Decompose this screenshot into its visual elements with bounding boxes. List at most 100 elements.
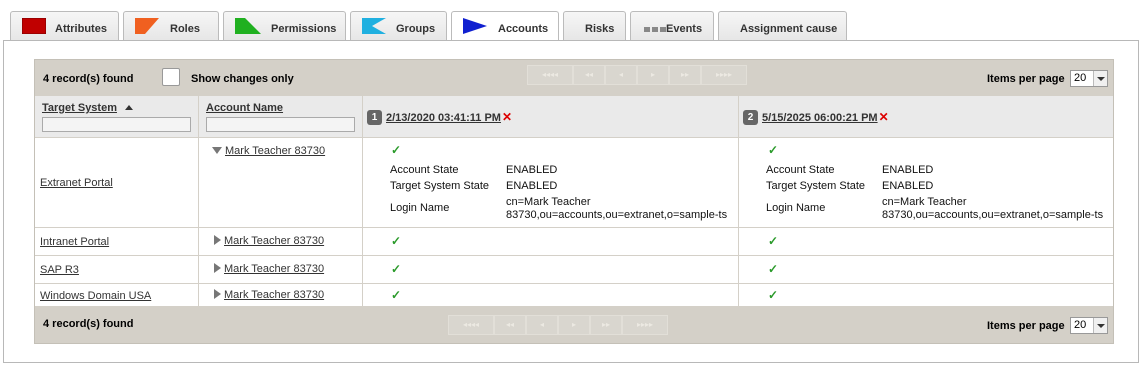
tab-label: Roles: [170, 23, 200, 35]
target-system-link[interactable]: Extranet Portal: [40, 177, 113, 189]
chevron-down-icon[interactable]: [1093, 318, 1107, 333]
detail-value: ENABLED: [506, 180, 558, 192]
prev-pages-button[interactable]: ◂◂: [573, 65, 605, 85]
next-pages-button[interactable]: ▸▸: [590, 315, 622, 335]
items-per-page-label: Items per page: [987, 73, 1065, 85]
tab-accounts[interactable]: Accounts: [451, 11, 559, 42]
last-page-button[interactable]: ▸▸▸▸: [622, 315, 668, 335]
detail-label: Account State: [390, 164, 459, 176]
grid-toolbar-bottom: 4 record(s) found ◂◂◂◂ ◂◂ ◂ ▸ ▸▸ ▸▸▸▸ It…: [35, 307, 1113, 343]
check-icon: ✓: [391, 288, 402, 302]
snapshot-2-date: 5/15/2025 06:00:21 PM✕: [762, 110, 889, 124]
items-per-page-select[interactable]: 20: [1070, 317, 1108, 334]
table-row-extranet-snap2: ✓ Account State ENABLED Target System St…: [739, 138, 1113, 228]
tab-events[interactable]: Events: [630, 11, 714, 41]
detail-value: cn=Mark Teacher: [882, 196, 967, 208]
grid-toolbar-top: 4 record(s) found Show changes only ◂◂◂◂…: [35, 60, 1113, 96]
table-row-extranet-snap1: ✓ Account State ENABLED Target System St…: [363, 138, 739, 228]
remove-snapshot-1-icon[interactable]: ✕: [502, 110, 512, 124]
sort-account-name[interactable]: Account Name: [206, 102, 283, 114]
records-found: 4 record(s) found: [43, 73, 134, 85]
collapse-triangle-icon[interactable]: [212, 147, 222, 154]
tab-groups[interactable]: Groups: [350, 11, 447, 41]
prev-page-button[interactable]: ◂: [605, 65, 637, 85]
target-system-link[interactable]: SAP R3: [40, 264, 79, 276]
table-row-extranet-account: Mark Teacher 83730: [199, 138, 363, 228]
items-per-page-value: 20: [1074, 72, 1087, 84]
account-name-header[interactable]: Account Name: [206, 102, 283, 114]
records-found: 4 record(s) found: [43, 318, 134, 330]
show-changes-checkbox[interactable]: [162, 68, 180, 86]
header-account-name: Account Name: [199, 96, 363, 138]
sort-target-system[interactable]: Target System: [42, 102, 133, 114]
prev-page-button[interactable]: ◂: [526, 315, 558, 335]
blue-flag-icon: [463, 18, 487, 37]
account-name-filter[interactable]: [206, 117, 355, 132]
expand-triangle-icon[interactable]: [214, 289, 221, 299]
show-changes-label: Show changes only: [191, 73, 294, 85]
detail-value: ENABLED: [882, 164, 934, 176]
account-link[interactable]: Mark Teacher 83730: [224, 235, 324, 247]
table-row-windows-system: Windows Domain USA: [35, 284, 199, 307]
detail-value: ENABLED: [506, 164, 558, 176]
tab-roles[interactable]: Roles: [123, 11, 219, 41]
items-per-page-label: Items per page: [987, 320, 1065, 332]
first-page-button[interactable]: ◂◂◂◂: [448, 315, 494, 335]
tab-label: Events: [666, 23, 703, 35]
expand-triangle-icon[interactable]: [214, 263, 221, 273]
orange-flag-icon: [135, 18, 159, 37]
detail-label: Login Name: [390, 202, 450, 214]
tab-attributes[interactable]: Attributes: [10, 11, 119, 41]
first-page-button[interactable]: ◂◂◂◂: [527, 65, 573, 85]
table-row-windows-account: Mark Teacher 83730: [199, 284, 363, 307]
pager: ◂◂◂◂ ◂◂ ◂ ▸ ▸▸ ▸▸▸▸: [448, 315, 668, 335]
table-row-windows-snap2: ✓: [739, 284, 1113, 307]
sort-ascending-icon: [125, 105, 133, 110]
tab-assignment-cause[interactable]: Assignment cause: [718, 11, 847, 41]
items-per-page-select[interactable]: 20: [1070, 70, 1108, 87]
table-row-sap-account: Mark Teacher 83730: [199, 256, 363, 284]
target-system-link[interactable]: Windows Domain USA: [40, 290, 151, 302]
target-system-header[interactable]: Target System: [42, 102, 117, 114]
remove-snapshot-2-icon[interactable]: ✕: [879, 110, 889, 124]
items-per-page-value: 20: [1074, 319, 1087, 331]
accounts-grid: 4 record(s) found Show changes only ◂◂◂◂…: [34, 59, 1114, 344]
tab-risks[interactable]: Risks: [563, 11, 626, 41]
snapshot-1-date: 2/13/2020 03:41:11 PM✕: [386, 110, 512, 124]
target-system-link[interactable]: Intranet Portal: [40, 236, 109, 248]
tab-label: Risks: [585, 23, 615, 35]
detail-value: cn=Mark Teacher: [506, 196, 591, 208]
last-page-button[interactable]: ▸▸▸▸: [701, 65, 747, 85]
bars-icon: [644, 24, 666, 36]
next-page-button[interactable]: ▸: [558, 315, 590, 335]
detail-label: Account State: [766, 164, 835, 176]
table-row-intranet-snap2: ✓: [739, 228, 1113, 256]
next-page-button[interactable]: ▸: [637, 65, 669, 85]
account-expander[interactable]: Mark Teacher 83730: [214, 235, 324, 247]
target-system-filter[interactable]: [42, 117, 191, 132]
account-link[interactable]: Mark Teacher 83730: [225, 145, 325, 157]
tab-permissions[interactable]: Permissions: [223, 11, 346, 41]
detail-label: Target System State: [766, 180, 866, 192]
check-icon: ✓: [768, 262, 779, 276]
next-pages-button[interactable]: ▸▸: [669, 65, 701, 85]
red-flag-icon: [21, 17, 47, 37]
cyan-flag-icon: [362, 18, 386, 37]
account-link[interactable]: Mark Teacher 83730: [224, 263, 324, 275]
accounts-panel: 4 record(s) found Show changes only ◂◂◂◂…: [3, 40, 1139, 363]
account-expander[interactable]: Mark Teacher 83730: [212, 145, 325, 157]
tab-label: Groups: [396, 23, 436, 35]
pager: ◂◂◂◂ ◂◂ ◂ ▸ ▸▸ ▸▸▸▸: [527, 65, 747, 85]
check-icon: ✓: [391, 143, 402, 157]
snapshot-2-link[interactable]: 5/15/2025 06:00:21 PM: [762, 112, 878, 124]
snapshot-1-link[interactable]: 2/13/2020 03:41:11 PM: [386, 112, 501, 124]
account-link[interactable]: Mark Teacher 83730: [224, 289, 324, 301]
prev-pages-button[interactable]: ◂◂: [494, 315, 526, 335]
check-icon: ✓: [391, 262, 402, 276]
account-expander[interactable]: Mark Teacher 83730: [214, 263, 324, 275]
green-flag-icon: [235, 18, 261, 37]
table-row-windows-snap1: ✓: [363, 284, 739, 307]
account-expander[interactable]: Mark Teacher 83730: [214, 289, 324, 301]
chevron-down-icon[interactable]: [1093, 71, 1107, 86]
expand-triangle-icon[interactable]: [214, 235, 221, 245]
